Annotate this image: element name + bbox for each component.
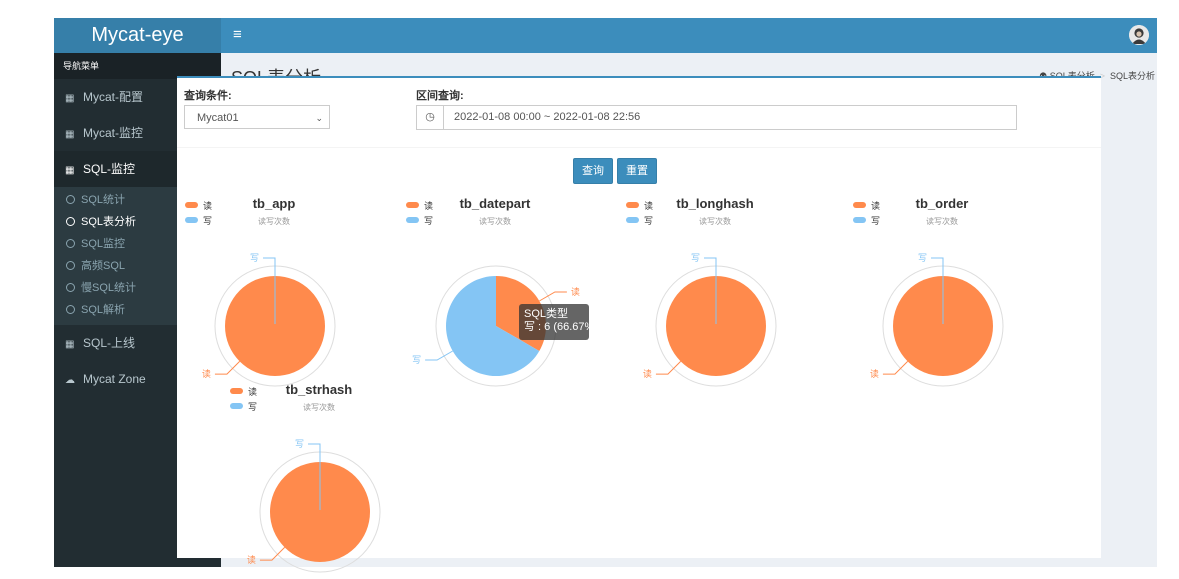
legend-swatch	[406, 202, 419, 208]
slice-label: 写	[412, 355, 421, 365]
cloud-icon: ☁	[65, 375, 75, 386]
condition-label: 查询条件:	[184, 90, 232, 102]
submenu-item-label: 慢SQL统计	[81, 282, 137, 294]
chart-subtitle: 读写次数	[258, 217, 290, 226]
legend-item-read[interactable]: 读	[185, 199, 212, 212]
chart-subtitle: 读写次数	[926, 217, 958, 226]
legend-swatch	[626, 202, 639, 208]
reset-button[interactable]: 重置	[617, 158, 657, 184]
chart-title: tb_longhash	[676, 196, 754, 211]
circle-icon	[66, 305, 75, 314]
divider	[177, 147, 1101, 148]
date-range-value: 2022-01-08 00:00 ~ 2022-01-08 22:56	[454, 111, 641, 123]
slice-label: 读	[870, 368, 879, 379]
legend-swatch	[230, 388, 243, 394]
query-button[interactable]: 查询	[573, 158, 613, 184]
condition-select[interactable]: Mycat01 ⌄	[184, 105, 330, 129]
pie-chart-tb-longhash: 读写 读 写 tb_longhash 读写次数	[622, 196, 832, 387]
slice-label: 写	[691, 253, 700, 263]
breadcrumb-item: SQL表分析	[1109, 71, 1155, 81]
chart-tooltip: SQL类型 写 : 6 (66.67%)	[519, 304, 589, 340]
date-range-input[interactable]: ◷ 2022-01-08 00:00 ~ 2022-01-08 22:56	[416, 105, 1017, 130]
analysis-panel: 查询条件: Mycat01 ⌄ 区间查询: ◷ 2022-01-08 00:00 …	[177, 76, 1101, 573]
legend-swatch	[185, 217, 198, 223]
legend-label: 读	[644, 201, 654, 211]
sidebar-item-label: Mycat Zone	[83, 372, 146, 386]
chart-title: tb_app	[252, 196, 296, 211]
grid-icon: ▦	[65, 165, 75, 176]
chart-title: tb_datepart	[459, 196, 531, 211]
legend-label: 读	[424, 201, 434, 211]
legend-swatch	[853, 217, 866, 223]
clock-icon: ◷	[417, 106, 444, 129]
legend-item-read[interactable]: 读	[626, 199, 653, 212]
legend-item-read[interactable]: 读	[853, 199, 880, 212]
slice-label: 读	[643, 368, 652, 379]
slice-label: 写	[250, 253, 259, 263]
legend-item-write[interactable]: 写	[406, 214, 433, 227]
legend-label: 读	[203, 201, 213, 211]
sidebar-item-label: Mycat-配置	[83, 90, 144, 104]
condition-select-value: Mycat01	[197, 112, 239, 124]
grid-icon: ▦	[65, 339, 75, 350]
label-line	[539, 291, 567, 302]
pie-chart-tb-app: 读写 读 写 tb_app 读写次数	[181, 196, 391, 387]
legend-item-read[interactable]: 读	[230, 385, 257, 398]
chart-subtitle: 读写次数	[699, 217, 731, 226]
top-navbar: ≡	[221, 18, 1157, 53]
slice-label: 读	[202, 368, 211, 379]
circle-icon	[66, 283, 75, 292]
legend-item-write[interactable]: 写	[185, 214, 212, 227]
range-label: 区间查询:	[416, 90, 464, 102]
submenu-item-label: SQL解析	[81, 304, 126, 316]
legend-label: 写	[424, 216, 434, 226]
grid-icon: ▦	[65, 129, 75, 140]
pie-chart-tb-order: 读写 读 写 tb_order 读写次数	[849, 196, 1059, 387]
submenu-item-label: 高频SQL	[81, 260, 126, 272]
chart-title: tb_strhash	[285, 382, 353, 397]
menu-toggle-icon[interactable]: ≡	[233, 18, 242, 51]
chart-subtitle: 读写次数	[479, 217, 511, 226]
app-logo[interactable]: Mycat-eye	[54, 18, 221, 53]
slice-label: 写	[918, 253, 927, 263]
legend-item-write[interactable]: 写	[230, 400, 257, 413]
legend-item-write[interactable]: 写	[626, 214, 653, 227]
legend-swatch	[406, 217, 419, 223]
legend-label: 写	[871, 216, 881, 226]
submenu-item-label: SQL统计	[81, 194, 126, 206]
chart-title: tb_order	[915, 196, 969, 211]
slice-label: 写	[295, 439, 304, 449]
legend-swatch	[853, 202, 866, 208]
circle-icon	[66, 195, 75, 204]
legend-label: 写	[248, 402, 258, 412]
sidebar-item-label: SQL-上线	[83, 336, 136, 350]
legend-swatch	[230, 403, 243, 409]
chart-subtitle: 读写次数	[303, 403, 335, 412]
sidebar-item-label: SQL-监控	[83, 162, 136, 176]
slice-label: 读	[247, 554, 256, 565]
legend-swatch	[626, 217, 639, 223]
legend-label: 读	[871, 201, 881, 211]
circle-icon	[66, 239, 75, 248]
circle-icon	[66, 217, 75, 226]
tooltip-title: SQL类型	[524, 308, 569, 320]
chevron-down-icon: ⌄	[315, 113, 323, 123]
user-avatar-icon[interactable]	[1129, 25, 1149, 45]
legend-item-write[interactable]: 写	[853, 214, 880, 227]
pie-chart-tb-datepart: 读写 读 写 tb_datepart 读写次数	[402, 196, 612, 387]
submenu-item-label: SQL监控	[81, 238, 126, 250]
legend-label: 写	[203, 216, 213, 226]
sidebar-item-label: Mycat-监控	[83, 126, 144, 140]
legend-item-read[interactable]: 读	[406, 199, 433, 212]
slice-label: 读	[571, 286, 580, 297]
tooltip-text: 写 : 6 (66.67%)	[524, 321, 589, 333]
legend-label: 写	[644, 216, 654, 226]
label-line	[425, 350, 453, 361]
legend-label: 读	[248, 387, 258, 397]
grid-icon: ▦	[65, 93, 75, 104]
legend-swatch	[185, 202, 198, 208]
submenu-item-label: SQL表分析	[81, 216, 137, 228]
pie-chart-tb-strhash: 读写 读 写 tb_strhash 读写次数	[226, 382, 436, 573]
circle-icon	[66, 261, 75, 270]
